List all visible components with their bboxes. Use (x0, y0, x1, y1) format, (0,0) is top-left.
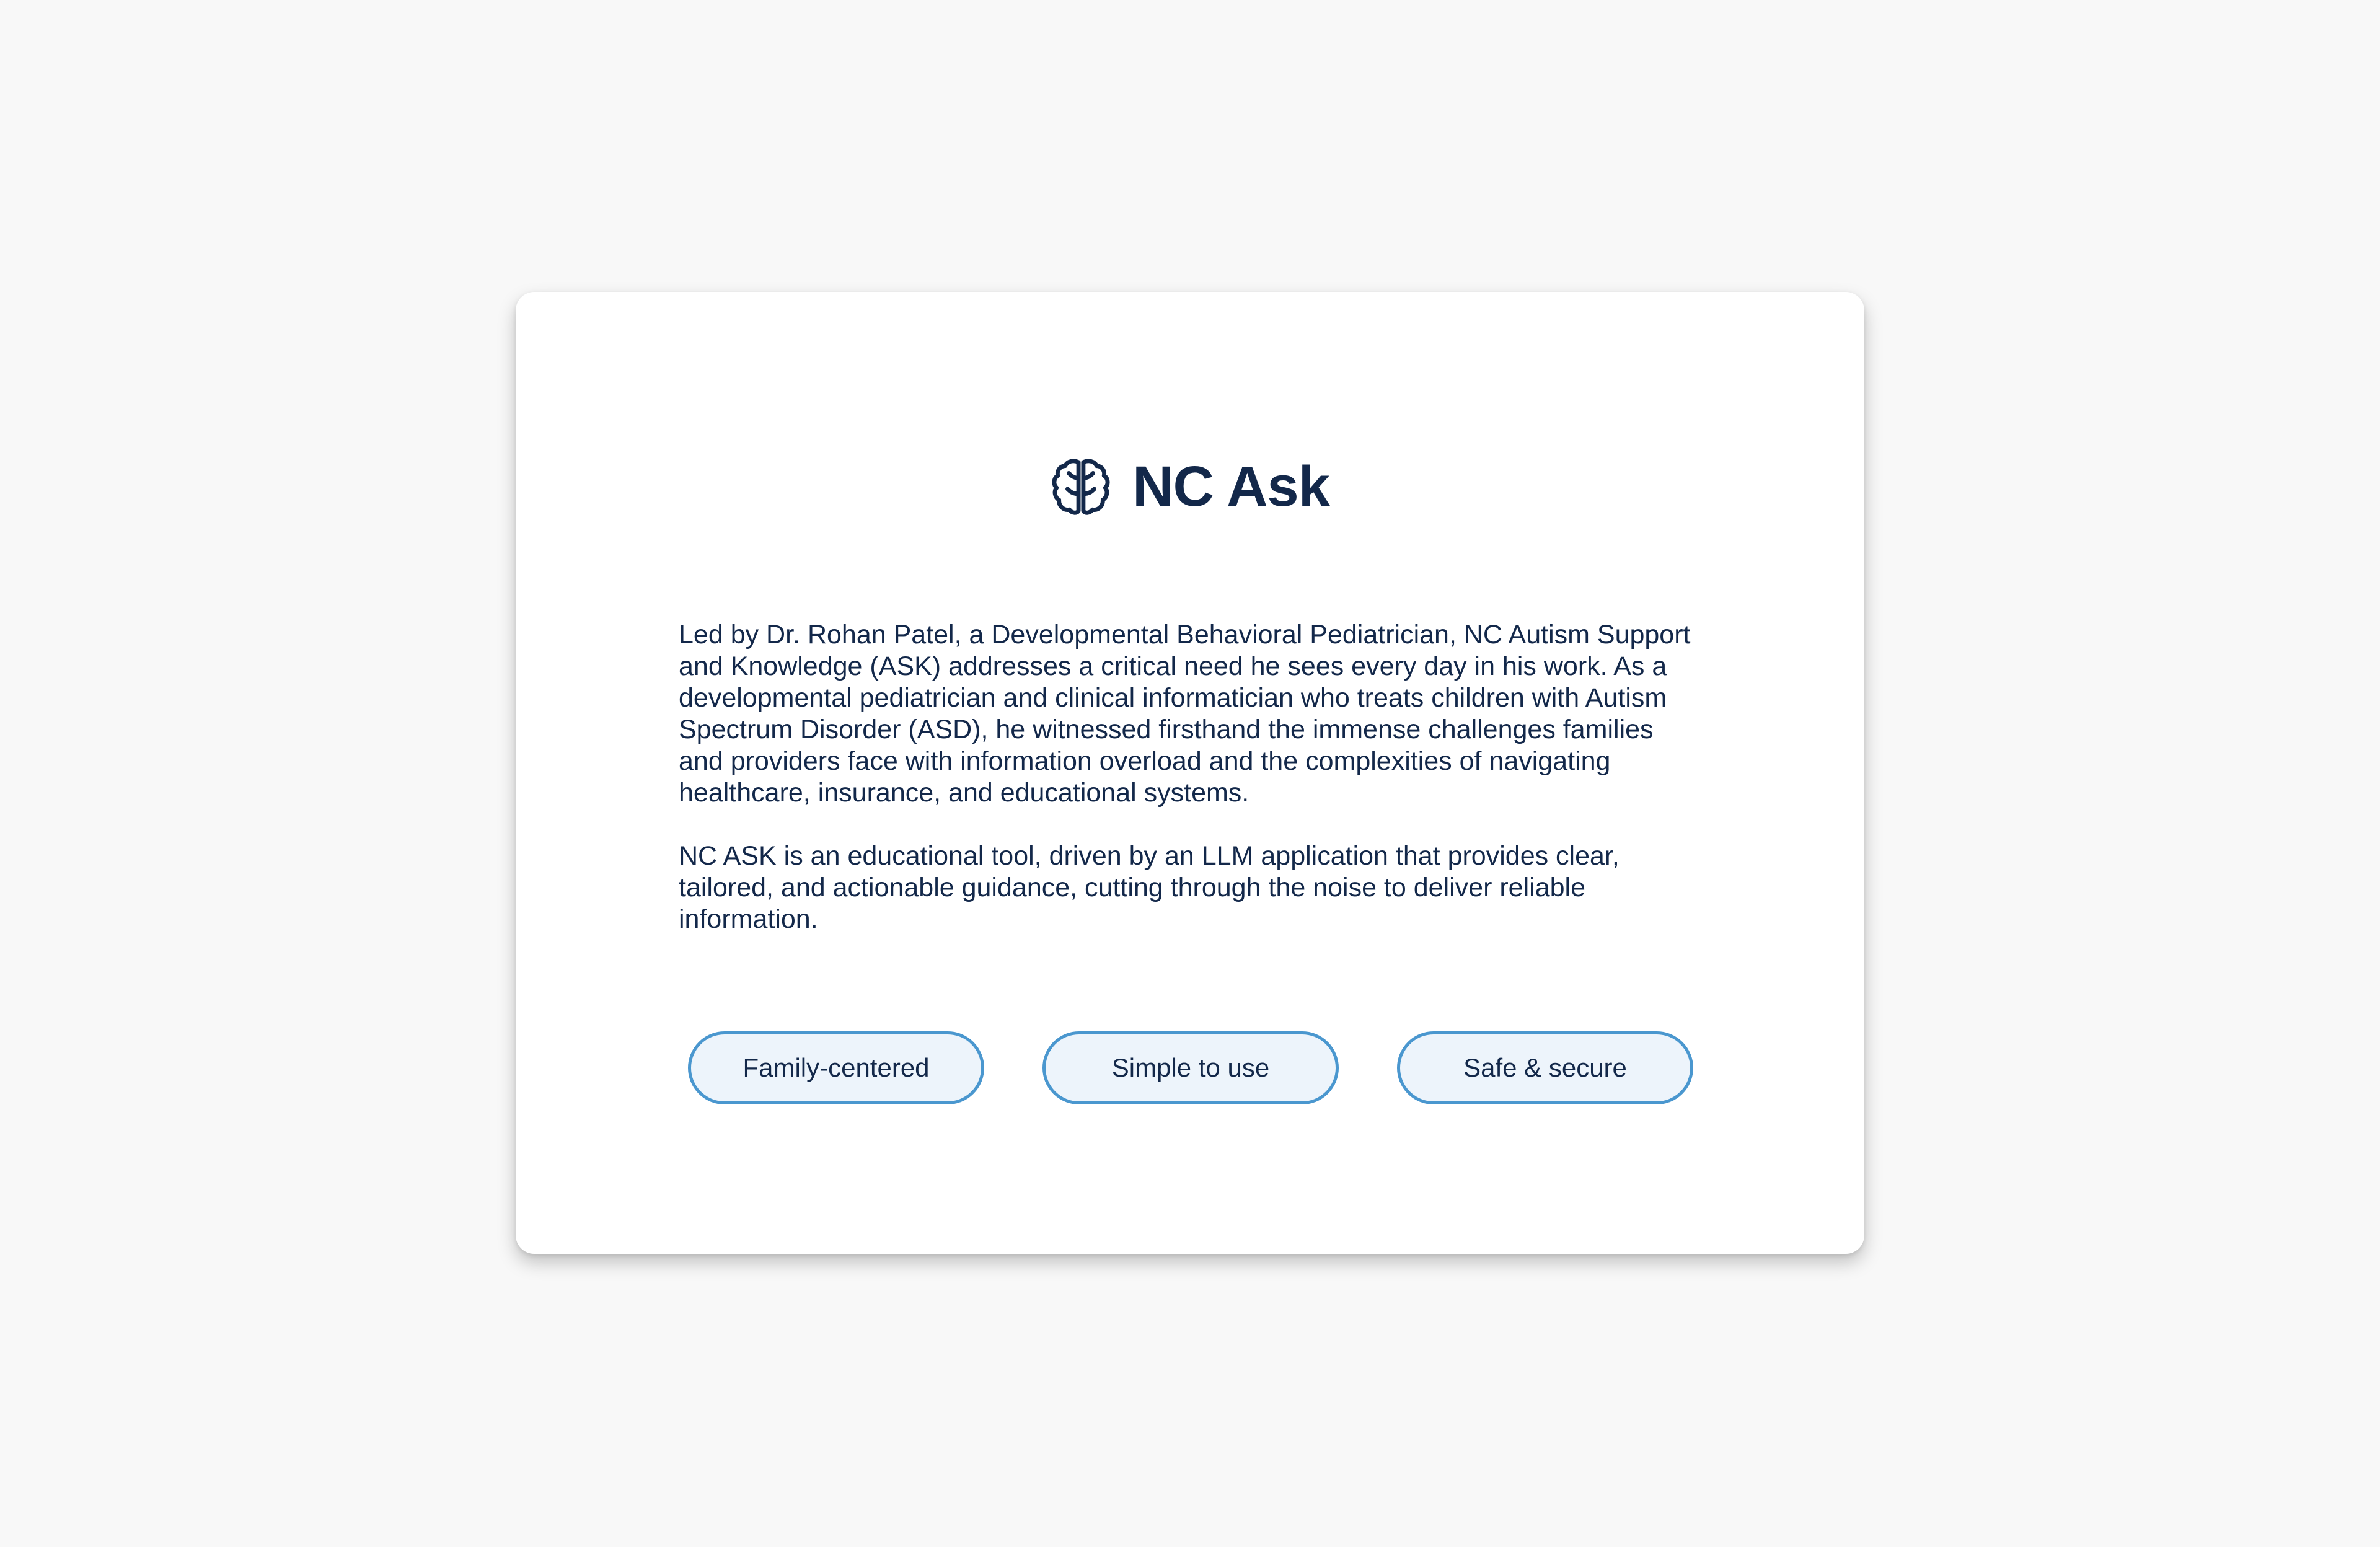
brain-icon (1052, 459, 1110, 515)
feature-pill-safe-secure[interactable]: Safe & secure (1397, 1031, 1693, 1104)
feature-pill-family-centered[interactable]: Family-centered (688, 1031, 984, 1104)
feature-pills: Family-centered Simple to use Safe & sec… (688, 1031, 1693, 1104)
about-paragraph: Led by Dr. Rohan Patel, a Developmental … (679, 620, 1691, 808)
brand-header: NC Ask (516, 443, 1864, 530)
about-paragraph: NC ASK is an educational tool, driven by… (679, 841, 1620, 934)
about-text: Led by Dr. Rohan Patel, a Developmental … (679, 619, 1701, 967)
feature-pill-simple-to-use[interactable]: Simple to use (1042, 1031, 1339, 1104)
about-card: NC Ask Led by Dr. Rohan Patel, a Develop… (516, 292, 1864, 1254)
app-title: NC Ask (1132, 455, 1330, 518)
